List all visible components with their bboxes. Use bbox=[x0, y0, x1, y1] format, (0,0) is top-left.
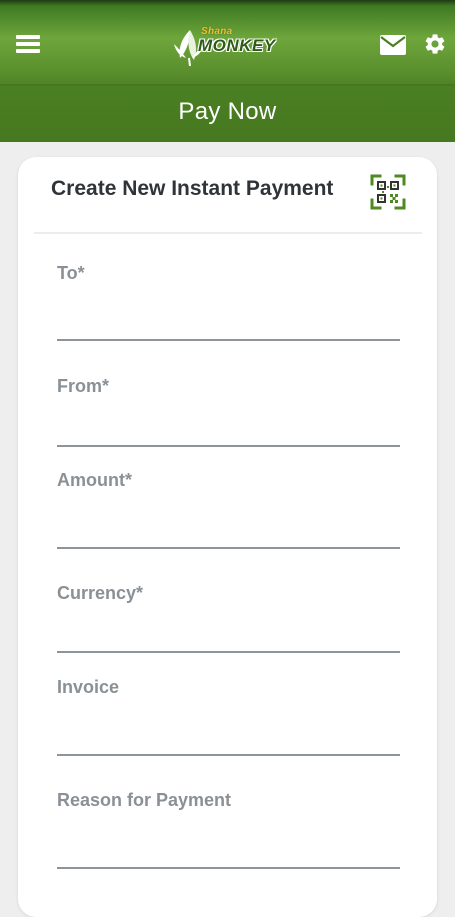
envelope-icon[interactable] bbox=[380, 35, 406, 55]
top-app-bar: Shana MONKEY Pay Now bbox=[0, 0, 455, 142]
reason-field-label: Reason for Payment bbox=[57, 790, 232, 810]
logo-main-text: MONKEY bbox=[198, 36, 276, 55]
from-field-label: From* bbox=[57, 376, 110, 396]
invoice-field-label: Invoice bbox=[57, 677, 120, 697]
currency-field-label: Currency* bbox=[57, 583, 144, 603]
reason-input[interactable] bbox=[57, 835, 400, 869]
amount-input[interactable] bbox=[57, 515, 400, 549]
amount-field-label: Amount* bbox=[57, 470, 132, 490]
from-input[interactable] bbox=[57, 413, 400, 447]
hamburger-menu-icon[interactable] bbox=[16, 33, 40, 55]
card-divider bbox=[34, 232, 422, 234]
card-title: Create New Instant Payment bbox=[51, 177, 334, 200]
qr-code-scan-icon[interactable] bbox=[370, 174, 406, 210]
to-field-label: To* bbox=[57, 263, 85, 283]
currency-input[interactable] bbox=[57, 619, 400, 653]
invoice-input[interactable] bbox=[57, 722, 400, 756]
payment-form-card: Create New Instant Payment To* From* Amo… bbox=[18, 157, 437, 917]
header-divider bbox=[0, 84, 455, 86]
gear-icon[interactable] bbox=[423, 32, 447, 56]
page-title: Pay Now bbox=[178, 98, 277, 125]
to-input[interactable] bbox=[57, 307, 400, 341]
app-logo: Shana MONKEY bbox=[168, 22, 286, 66]
